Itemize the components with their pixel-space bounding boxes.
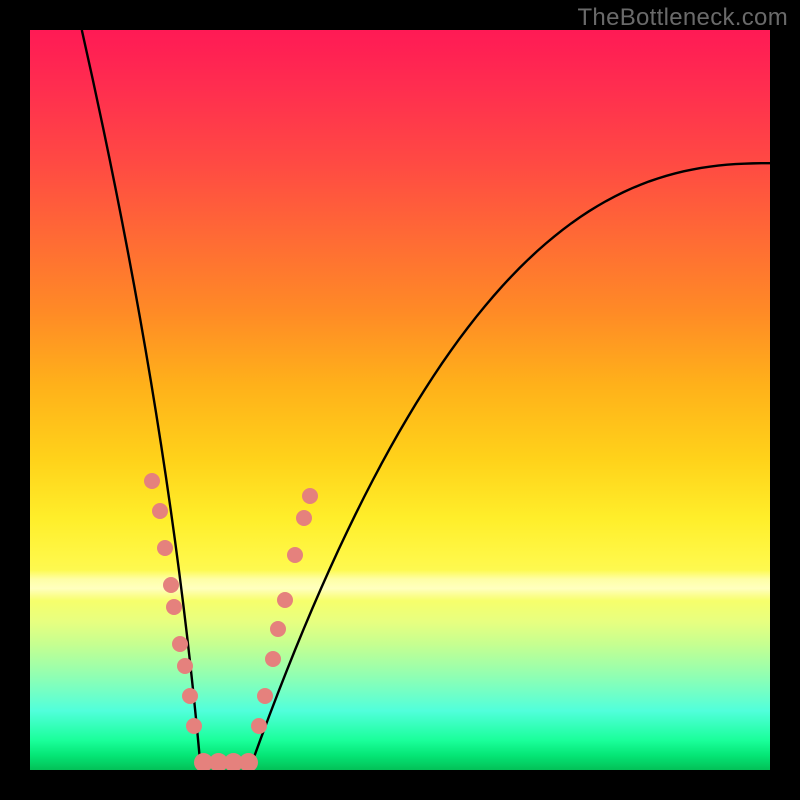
data-point — [182, 688, 198, 704]
data-point — [157, 540, 173, 556]
data-point — [163, 577, 179, 593]
data-point — [152, 503, 168, 519]
data-point — [144, 473, 160, 489]
data-point — [177, 658, 193, 674]
watermark-text: TheBottleneck.com — [577, 4, 788, 32]
data-point — [302, 488, 318, 504]
data-point — [270, 621, 286, 637]
data-point — [172, 636, 188, 652]
data-point — [239, 753, 258, 770]
data-point — [166, 599, 182, 615]
plot-area — [30, 30, 770, 770]
data-point — [257, 688, 273, 704]
data-point — [277, 592, 293, 608]
data-point — [186, 718, 202, 734]
data-point — [296, 510, 312, 526]
data-points-layer — [30, 30, 770, 770]
data-point — [251, 718, 267, 734]
data-point — [265, 651, 281, 667]
data-point — [287, 547, 303, 563]
